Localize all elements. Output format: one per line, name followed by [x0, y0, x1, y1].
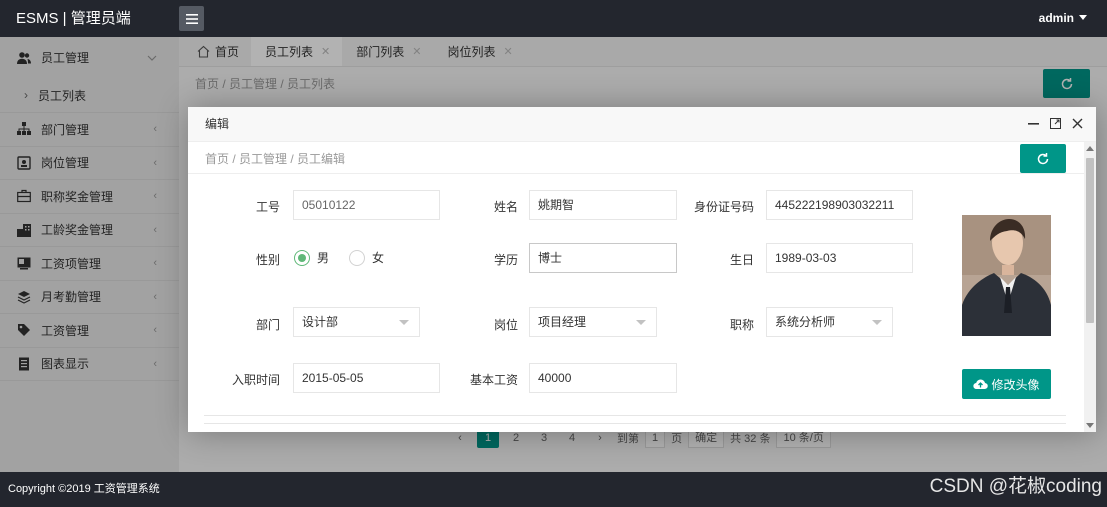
close-icon[interactable] — [1071, 117, 1084, 130]
radio-label: 女 — [372, 251, 385, 265]
select-value: 系统分析师 — [775, 315, 836, 329]
hamburger-icon — [185, 13, 198, 24]
menu-toggle-button[interactable] — [179, 6, 204, 31]
gender-male-radio[interactable]: 男 — [294, 249, 329, 266]
modal-refresh-button[interactable] — [1020, 144, 1066, 173]
watermark-text: CSDN @花椒coding — [929, 476, 1102, 497]
modal-title-bar: 编辑 — [188, 107, 1096, 142]
birthday-label: 生日 — [729, 253, 754, 267]
top-header: ESMS | 管理员端 admin — [0, 0, 1107, 37]
education-input[interactable]: 博士 — [529, 243, 677, 273]
divider — [204, 415, 1066, 416]
footer: Copyright ©2019 工资管理系统 CSDN @花椒coding — [0, 472, 1107, 507]
user-name: admin — [1038, 11, 1074, 25]
button-label: 修改头像 — [991, 377, 1040, 392]
birthday-input[interactable]: 1989-03-03 — [766, 243, 913, 273]
divider — [204, 423, 1066, 424]
hire-date-label: 入职时间 — [231, 373, 280, 387]
maximize-icon[interactable] — [1049, 117, 1062, 130]
department-select[interactable]: 设计部 — [293, 307, 420, 337]
post-label: 岗位 — [493, 318, 518, 332]
caret-down-icon — [1079, 15, 1087, 20]
name-label: 姓名 — [493, 200, 518, 214]
select-value: 设计部 — [302, 315, 339, 329]
app-logo[interactable]: ESMS | 管理员端 — [16, 0, 131, 37]
edit-modal: 编辑 首页 / 员工管理 / 员工编辑 工号 05010122 姓名 姚期智 身… — [188, 107, 1096, 432]
copyright-text: Copyright ©2019 工资管理系统 — [8, 483, 160, 495]
name-input[interactable]: 姚期智 — [529, 190, 677, 220]
job-title-select[interactable]: 系统分析师 — [766, 307, 893, 337]
refresh-icon — [1037, 152, 1049, 164]
emp-no-label: 工号 — [255, 200, 280, 214]
base-salary-input[interactable]: 40000 — [529, 363, 677, 393]
hire-date-input[interactable]: 2015-05-05 — [293, 363, 440, 393]
select-value: 项目经理 — [538, 315, 587, 329]
scroll-down-icon[interactable] — [1086, 423, 1094, 428]
divider — [188, 173, 1084, 174]
dropdown-arrow-icon — [636, 320, 646, 325]
cloud-upload-icon — [973, 379, 989, 390]
scroll-up-icon[interactable] — [1086, 146, 1094, 151]
scroll-thumb[interactable] — [1086, 158, 1094, 323]
modal-breadcrumb: 首页 / 员工管理 / 员工编辑 — [205, 152, 346, 166]
modal-body: 首页 / 员工管理 / 员工编辑 工号 05010122 姓名 姚期智 身份证号… — [188, 142, 1084, 432]
id-no-input[interactable]: 445222198903032211 — [766, 190, 913, 220]
dropdown-arrow-icon — [399, 320, 409, 325]
radio-unchecked-icon — [349, 249, 365, 266]
gender-female-radio[interactable]: 女 — [349, 249, 384, 266]
modal-controls — [1027, 117, 1084, 130]
job-title-label: 职称 — [729, 318, 754, 332]
modal-title: 编辑 — [205, 117, 230, 131]
radio-label: 男 — [317, 251, 330, 265]
minimize-icon[interactable] — [1027, 117, 1040, 130]
modal-scrollbar[interactable] — [1084, 142, 1096, 432]
id-no-label: 身份证号码 — [693, 200, 754, 214]
change-avatar-button[interactable]: 修改头像 — [962, 369, 1051, 399]
department-label: 部门 — [255, 318, 280, 332]
base-salary-label: 基本工资 — [469, 373, 518, 387]
emp-no-input[interactable]: 05010122 — [293, 190, 440, 220]
dropdown-arrow-icon — [872, 320, 882, 325]
education-label: 学历 — [493, 253, 518, 267]
avatar-photo — [962, 215, 1051, 336]
user-menu[interactable]: admin — [1039, 0, 1087, 37]
post-select[interactable]: 项目经理 — [529, 307, 657, 337]
gender-label: 性别 — [255, 253, 280, 267]
radio-checked-icon — [294, 249, 310, 266]
